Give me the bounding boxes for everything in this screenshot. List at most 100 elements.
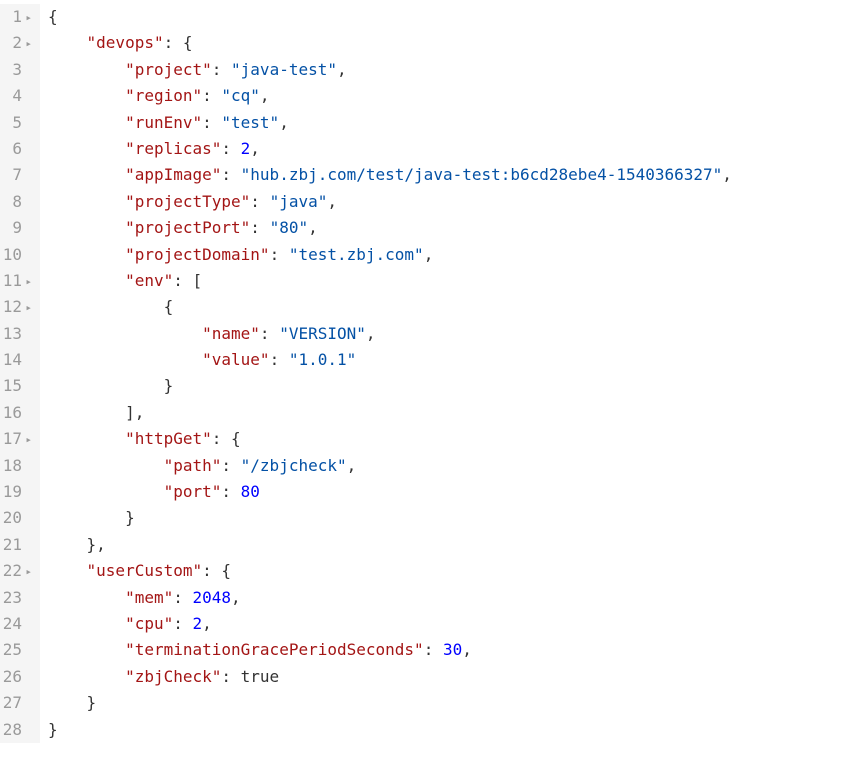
line-number-value: 23	[3, 588, 22, 607]
code-line[interactable]: }	[48, 717, 865, 743]
token-k: "devops"	[87, 33, 164, 52]
indent	[48, 588, 125, 607]
indent	[48, 245, 125, 264]
code-line[interactable]: "value": "1.0.1"	[48, 347, 865, 373]
code-line[interactable]: "zbjCheck": true	[48, 664, 865, 690]
token-p: {	[164, 297, 174, 316]
line-number: 3	[0, 57, 32, 83]
token-s: "test.zbj.com"	[289, 245, 424, 264]
code-line[interactable]: "replicas": 2,	[48, 136, 865, 162]
code-line[interactable]: }	[48, 690, 865, 716]
line-number-value: 16	[3, 403, 22, 422]
token-n: 2	[241, 139, 251, 158]
indent	[48, 693, 87, 712]
token-p: ],	[125, 403, 144, 422]
indent	[48, 139, 125, 158]
line-number-value: 9	[12, 218, 22, 237]
token-k: "runEnv"	[125, 113, 202, 132]
code-line[interactable]: "cpu": 2,	[48, 611, 865, 637]
code-line[interactable]: }	[48, 505, 865, 531]
indent	[48, 429, 125, 448]
indent	[48, 561, 87, 580]
code-line[interactable]: },	[48, 532, 865, 558]
token-s: "1.0.1"	[289, 350, 356, 369]
code-line[interactable]: "projectDomain": "test.zbj.com",	[48, 242, 865, 268]
token-s: "/zbjcheck"	[241, 456, 347, 475]
indent	[48, 667, 125, 686]
fold-marker-icon[interactable]: ▸	[24, 35, 32, 53]
line-number: 27	[0, 690, 32, 716]
code-line[interactable]: "env": [	[48, 268, 865, 294]
fold-marker-icon[interactable]: ▸	[24, 273, 32, 291]
fold-marker-icon[interactable]: ▸	[24, 563, 32, 581]
line-number-value: 6	[12, 139, 22, 158]
code-line[interactable]: {	[48, 4, 865, 30]
indent	[48, 324, 202, 343]
line-number-value: 11	[3, 271, 22, 290]
line-number: 26	[0, 664, 32, 690]
token-s: "java"	[270, 192, 328, 211]
line-number-value: 10	[3, 245, 22, 264]
token-n: 2	[193, 614, 203, 633]
line-number-value: 3	[12, 60, 22, 79]
fold-marker-icon[interactable]: ▸	[24, 431, 32, 449]
code-line[interactable]: "terminationGracePeriodSeconds": 30,	[48, 637, 865, 663]
code-line[interactable]: "userCustom": {	[48, 558, 865, 584]
token-p: }	[48, 720, 58, 739]
code-line[interactable]: "project": "java-test",	[48, 57, 865, 83]
line-number-value: 27	[3, 693, 22, 712]
line-number: 25	[0, 637, 32, 663]
token-p: ,	[366, 324, 376, 343]
code-line[interactable]: "port": 80	[48, 479, 865, 505]
line-number: 12▸	[0, 294, 32, 320]
indent	[48, 350, 202, 369]
code-line[interactable]: "devops": {	[48, 30, 865, 56]
token-s: "cq"	[221, 86, 260, 105]
token-p: ,	[279, 113, 289, 132]
code-line[interactable]: "name": "VERSION",	[48, 321, 865, 347]
code-line[interactable]: "projectType": "java",	[48, 189, 865, 215]
indent	[48, 297, 164, 316]
fold-marker-icon[interactable]: ▸	[24, 9, 32, 27]
line-number-value: 12	[3, 297, 22, 316]
indent	[48, 456, 164, 475]
token-p: {	[48, 7, 58, 26]
line-number: 23	[0, 585, 32, 611]
token-k: "projectType"	[125, 192, 250, 211]
token-n: 2048	[193, 588, 232, 607]
code-line[interactable]: ],	[48, 400, 865, 426]
line-number-value: 14	[3, 350, 22, 369]
indent	[48, 535, 87, 554]
code-line[interactable]: "path": "/zbjcheck",	[48, 453, 865, 479]
indent	[48, 376, 164, 395]
line-number-value: 2	[12, 33, 22, 52]
line-number: 9	[0, 215, 32, 241]
fold-marker-icon[interactable]: ▸	[24, 299, 32, 317]
token-p: :	[221, 667, 240, 686]
line-number-value: 4	[12, 86, 22, 105]
code-line[interactable]: "httpGet": {	[48, 426, 865, 452]
token-k: "userCustom"	[87, 561, 203, 580]
indent	[48, 403, 125, 422]
line-number: 7	[0, 162, 32, 188]
code-line[interactable]: "projectPort": "80",	[48, 215, 865, 241]
token-p: :	[270, 245, 289, 264]
token-p: :	[260, 324, 279, 343]
code-line[interactable]: "region": "cq",	[48, 83, 865, 109]
indent	[48, 33, 87, 52]
code-line[interactable]: {	[48, 294, 865, 320]
token-p: ,	[462, 640, 472, 659]
token-n: 80	[241, 482, 260, 501]
code-line[interactable]: "runEnv": "test",	[48, 110, 865, 136]
line-number: 24	[0, 611, 32, 637]
code-line[interactable]: "mem": 2048,	[48, 585, 865, 611]
token-k: "terminationGracePeriodSeconds"	[125, 640, 424, 659]
code-content[interactable]: { "devops": { "project": "java-test", "r…	[40, 4, 865, 743]
token-p: ,	[722, 165, 732, 184]
line-number-value: 24	[3, 614, 22, 633]
code-line[interactable]: }	[48, 373, 865, 399]
token-k: "zbjCheck"	[125, 667, 221, 686]
code-line[interactable]: "appImage": "hub.zbj.com/test/java-test:…	[48, 162, 865, 188]
indent	[48, 271, 125, 290]
line-number-value: 25	[3, 640, 22, 659]
